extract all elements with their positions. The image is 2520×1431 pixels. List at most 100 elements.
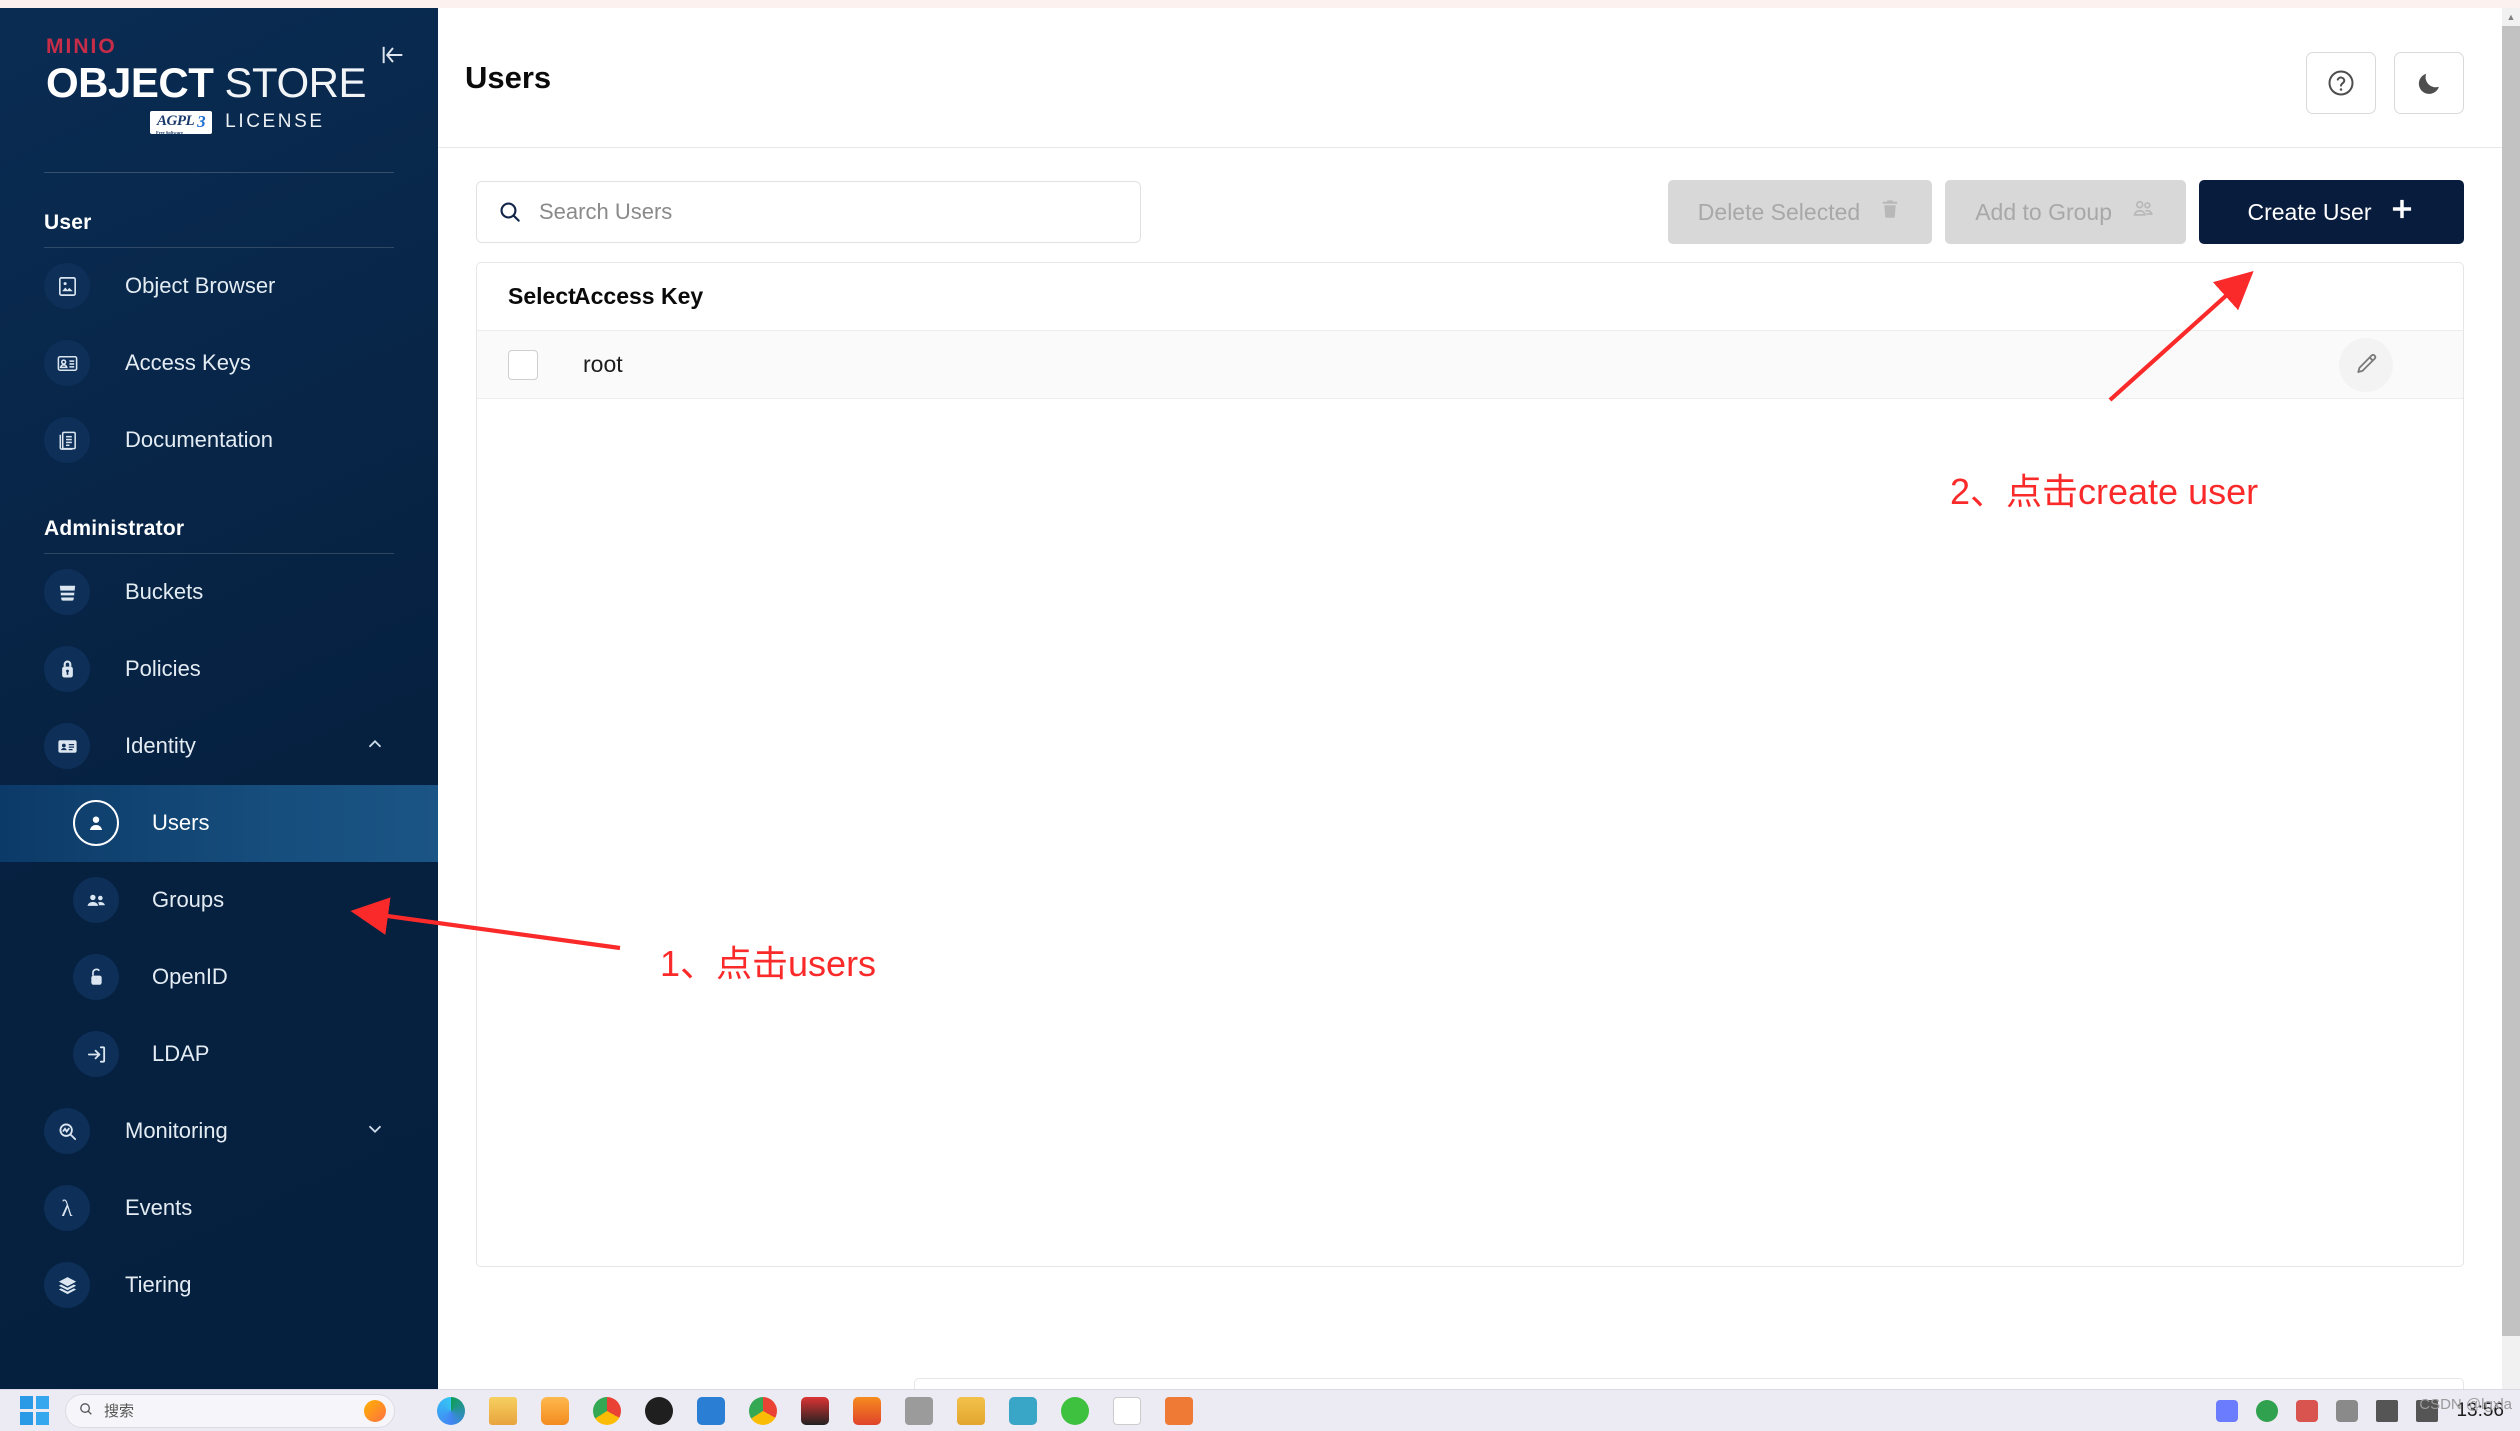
pencil-edit-icon[interactable] bbox=[2339, 337, 2393, 392]
sidebar-item-label: Documentation bbox=[125, 427, 273, 453]
column-header-select: Select bbox=[508, 283, 576, 309]
sidebar-item-buckets[interactable]: Buckets bbox=[0, 554, 438, 631]
sidebar-item-users[interactable]: Users bbox=[0, 784, 438, 862]
app-gray-icon[interactable] bbox=[905, 1396, 933, 1425]
network-icon[interactable] bbox=[2376, 1399, 2399, 1422]
annotation-step-1: 1、点击users bbox=[660, 943, 877, 984]
users-toolbar: Delete Selected Add to Group bbox=[476, 174, 2464, 250]
help-circle-icon[interactable] bbox=[2306, 52, 2376, 114]
chrome-window-icon[interactable] bbox=[749, 1396, 777, 1425]
app-redblack-icon[interactable] bbox=[801, 1396, 829, 1425]
identity-card-icon bbox=[44, 723, 90, 770]
app-dark-icon[interactable] bbox=[645, 1396, 673, 1425]
object-word: OBJECT bbox=[46, 59, 214, 106]
create-user-button[interactable]: Create User bbox=[2199, 180, 2464, 244]
agpl-swoosh-icon: 3 bbox=[197, 111, 206, 131]
sidebar-item-label: Tiering bbox=[125, 1272, 192, 1298]
sidebar-item-label: Policies bbox=[125, 656, 201, 682]
access-keys-icon bbox=[44, 340, 90, 387]
lock-icon bbox=[44, 646, 90, 693]
taskbar-left: 搜索 bbox=[0, 1393, 1193, 1428]
scrollbar-thumb[interactable] bbox=[2502, 26, 2520, 1336]
taskbar-search-icon bbox=[78, 1401, 94, 1421]
sidebar-item-monitoring[interactable]: Monitoring bbox=[0, 1093, 438, 1170]
sidebar-item-label: Monitoring bbox=[125, 1118, 228, 1144]
sidebar-item-tiering[interactable]: Tiering bbox=[0, 1247, 438, 1324]
windows-taskbar: 搜索 13:56 CSDN @lgxla bbox=[0, 1389, 2520, 1431]
app-plus-icon[interactable] bbox=[1113, 1396, 1141, 1425]
sidebar-item-label: LDAP bbox=[152, 1041, 210, 1067]
page-header: Users bbox=[438, 8, 2502, 148]
sidebar-item-events[interactable]: λ Events bbox=[0, 1170, 438, 1247]
folder-icon[interactable] bbox=[957, 1396, 985, 1425]
app-orange-icon[interactable] bbox=[541, 1396, 569, 1425]
collapse-sidebar-icon[interactable] bbox=[376, 38, 410, 72]
table-header-row: Select Access Key bbox=[477, 263, 2463, 331]
app-teal-icon[interactable] bbox=[1009, 1396, 1037, 1425]
add-to-group-label: Add to Group bbox=[1975, 198, 2112, 225]
file-explorer-icon[interactable] bbox=[489, 1396, 517, 1425]
agpl-free-software-text: Free Software bbox=[156, 129, 183, 135]
sidebar-item-access-keys[interactable]: Access Keys bbox=[0, 325, 438, 402]
plus-icon bbox=[2389, 196, 2415, 228]
license-word: LICENSE bbox=[225, 111, 325, 133]
openid-unlock-icon bbox=[73, 954, 119, 1001]
sidebar-section-user-label: User bbox=[44, 210, 92, 234]
search-users-box[interactable] bbox=[476, 181, 1141, 243]
page-scrollbar[interactable]: ▲ bbox=[2502, 8, 2520, 1389]
app-blue-icon[interactable] bbox=[697, 1396, 725, 1425]
tray-app3-icon[interactable] bbox=[2296, 1399, 2319, 1422]
sidebar-item-groups[interactable]: Groups bbox=[0, 862, 438, 939]
toolbar-actions: Delete Selected Add to Group Create User bbox=[1667, 180, 2464, 244]
tray-app4-icon[interactable] bbox=[2336, 1399, 2359, 1422]
tray-app2-icon[interactable] bbox=[2256, 1399, 2279, 1422]
main-content: Users Search Users Delete Selected Add t… bbox=[438, 8, 2502, 1408]
chevron-down-icon[interactable] bbox=[364, 1118, 386, 1145]
group-add-icon bbox=[2130, 196, 2156, 228]
sidebar-item-ldap[interactable]: LDAP bbox=[0, 1016, 438, 1093]
browser-chrome-strip bbox=[0, 0, 2520, 8]
add-to-group-button[interactable]: Add to Group bbox=[1945, 180, 2186, 244]
sidebar-item-policies[interactable]: Policies bbox=[0, 631, 438, 708]
taskbar-search-placeholder: 搜索 bbox=[104, 1403, 135, 1420]
sidebar-item-label: Groups bbox=[152, 887, 225, 913]
chrome-icon[interactable] bbox=[593, 1396, 621, 1425]
table-row[interactable]: root bbox=[477, 331, 2463, 399]
taskbar-search-box[interactable]: 搜索 bbox=[65, 1393, 395, 1428]
license-line: AGPL 3 Free Software LICENSE bbox=[46, 110, 438, 135]
copilot-icon[interactable] bbox=[364, 1399, 386, 1422]
chevron-up-icon[interactable] bbox=[364, 733, 386, 760]
sidebar-item-documentation[interactable]: Documentation bbox=[0, 402, 438, 479]
windows-start-icon[interactable] bbox=[20, 1396, 49, 1425]
sidebar-item-label: Identity bbox=[125, 733, 196, 759]
brand-logo: MINIO OBJECT STORE AGPL 3 Free Software L… bbox=[0, 8, 438, 135]
sidebar: MINIO OBJECT STORE AGPL 3 Free Software L… bbox=[0, 8, 438, 1389]
sidebar-item-label: Buckets bbox=[125, 579, 204, 605]
screen: MINIO OBJECT STORE AGPL 3 Free Software L… bbox=[0, 0, 2520, 1431]
sidebar-item-label: Access Keys bbox=[125, 350, 251, 376]
monitoring-icon bbox=[44, 1108, 90, 1155]
lambda-icon: λ bbox=[44, 1185, 90, 1232]
delete-selected-button[interactable]: Delete Selected bbox=[1667, 180, 1933, 244]
column-header-access-key: Access Key bbox=[574, 283, 704, 309]
sidebar-section-administrator-label: Administrator bbox=[44, 516, 185, 540]
users-table: Select Access Key root bbox=[476, 262, 2464, 1267]
row-select-checkbox[interactable] bbox=[508, 349, 538, 380]
sidebar-item-identity[interactable]: Identity bbox=[0, 708, 438, 785]
wechat-icon[interactable] bbox=[1061, 1396, 1089, 1425]
app-flame-icon[interactable] bbox=[853, 1396, 881, 1425]
documentation-icon bbox=[44, 417, 90, 464]
taskbar-pinned-apps bbox=[437, 1396, 1193, 1425]
edge-icon[interactable] bbox=[437, 1396, 465, 1425]
search-input[interactable] bbox=[539, 199, 1120, 225]
sidebar-item-openid[interactable]: OpenID bbox=[0, 939, 438, 1016]
bucket-icon bbox=[44, 569, 90, 616]
typora-icon[interactable] bbox=[1165, 1396, 1193, 1425]
sidebar-item-object-browser[interactable]: Object Browser bbox=[0, 248, 438, 325]
scroll-up-arrow-icon[interactable]: ▲ bbox=[2502, 8, 2520, 26]
delete-selected-label: Delete Selected bbox=[1697, 198, 1861, 225]
users-panel: Delete Selected Add to Group bbox=[438, 148, 2502, 1267]
header-actions bbox=[2306, 52, 2464, 114]
tray-app1-icon[interactable] bbox=[2216, 1399, 2239, 1422]
dark-mode-moon-icon[interactable] bbox=[2394, 52, 2464, 114]
